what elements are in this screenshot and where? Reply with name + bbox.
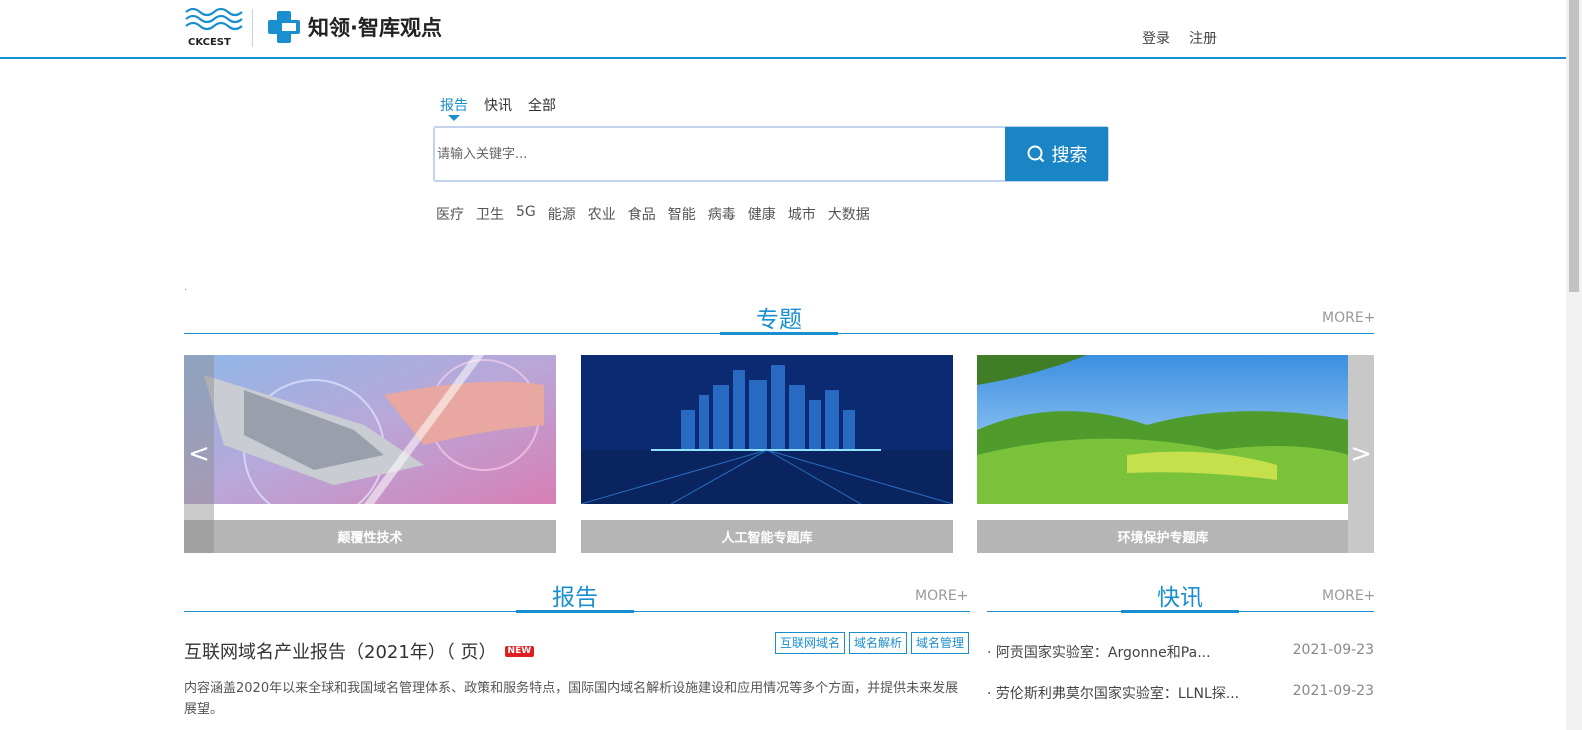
search-button-label: 搜索 bbox=[1051, 145, 1088, 165]
news-title-underline bbox=[1121, 610, 1239, 613]
brand-logo[interactable]: 知领·智库观点 bbox=[266, 9, 442, 45]
scrollbar-thumb[interactable] bbox=[1569, 0, 1579, 292]
topics-title-underline bbox=[720, 332, 838, 335]
reports-title-underline bbox=[516, 610, 634, 613]
site-header: CKCEST 知领·智库观点 登录 注册 bbox=[0, 0, 1566, 59]
vertical-scrollbar[interactable] bbox=[1566, 0, 1582, 730]
news-item-date: 2021-09-23 bbox=[1292, 642, 1374, 658]
report-tag[interactable]: 互联网域名 bbox=[775, 632, 846, 654]
news-item[interactable]: · 劳伦斯利弗莫尔国家实验室：LLNL探... 2021-09-23 bbox=[987, 683, 1374, 703]
news-item-title[interactable]: · 阿贡国家实验室：Argonne和Pa... bbox=[987, 642, 1211, 662]
topics-title: 专题 bbox=[756, 307, 802, 333]
news-title: 快讯 bbox=[1157, 585, 1203, 611]
keyword-link[interactable]: 医疗 bbox=[436, 204, 464, 224]
topic-card[interactable]: 颠覆性技术 bbox=[184, 355, 556, 553]
keyword-link[interactable]: 农业 bbox=[588, 204, 616, 224]
tab-report[interactable]: 报告 bbox=[440, 95, 468, 121]
tab-news[interactable]: 快讯 bbox=[484, 95, 512, 115]
report-tag[interactable]: 域名解析 bbox=[849, 632, 908, 654]
reports-more-link[interactable]: MORE+ bbox=[915, 588, 968, 604]
register-link[interactable]: 注册 bbox=[1189, 28, 1217, 48]
keyword-link[interactable]: 智能 bbox=[668, 204, 696, 224]
search-button[interactable]: 搜索 bbox=[1005, 127, 1108, 181]
robot-handshake-image bbox=[184, 355, 556, 504]
report-item-title[interactable]: 互联网域名产业报告（2021年）（ 页） NEW bbox=[184, 638, 535, 664]
new-badge: NEW bbox=[504, 645, 535, 657]
topics-more-link[interactable]: MORE+ bbox=[1322, 310, 1375, 326]
report-tag[interactable]: 域名管理 bbox=[911, 632, 970, 654]
news-item-title[interactable]: · 劳伦斯利弗莫尔国家实验室：LLNL探... bbox=[987, 683, 1239, 703]
report-title-text[interactable]: 互联网域名产业报告（2021年）（ 页） bbox=[184, 638, 497, 664]
digital-city-image bbox=[581, 355, 953, 504]
news-item[interactable]: · 阿贡国家实验室：Argonne和Pa... 2021-09-23 bbox=[987, 642, 1374, 662]
search-box: 搜索 bbox=[433, 126, 1109, 182]
separator-dot: . bbox=[184, 282, 188, 293]
report-description: 内容涵盖2020年以来全球和我国域名管理体系、政策和服务特点，国际国内域名解析设… bbox=[184, 681, 959, 717]
login-link[interactable]: 登录 bbox=[1142, 28, 1170, 48]
keyword-link[interactable]: 城市 bbox=[788, 204, 816, 224]
ckcest-wave-icon: CKCEST bbox=[185, 7, 243, 48]
keyword-link[interactable]: 5G bbox=[516, 204, 536, 224]
keyword-link[interactable]: 大数据 bbox=[828, 204, 870, 224]
keyword-link[interactable]: 卫生 bbox=[476, 204, 504, 224]
carousel-next-button[interactable]: > bbox=[1348, 355, 1374, 553]
keyword-link[interactable]: 病毒 bbox=[708, 204, 736, 224]
keyword-link[interactable]: 食品 bbox=[628, 204, 656, 224]
reports-title: 报告 bbox=[552, 585, 598, 611]
search-input[interactable] bbox=[435, 128, 1005, 180]
brand-icon bbox=[268, 11, 300, 43]
grassland-image bbox=[977, 355, 1349, 504]
search-icon bbox=[1027, 145, 1044, 163]
brand-title: 知领·智库观点 bbox=[308, 16, 442, 40]
logo-divider bbox=[252, 9, 253, 47]
topic-caption: 环境保护专题库 bbox=[977, 520, 1349, 553]
topic-caption: 颠覆性技术 bbox=[184, 520, 556, 553]
news-more-link[interactable]: MORE+ bbox=[1322, 588, 1375, 604]
keyword-link[interactable]: 健康 bbox=[748, 204, 776, 224]
search-tabs: 报告 快讯 全部 bbox=[440, 95, 556, 121]
hot-keywords: 医疗 卫生 5G 能源 农业 食品 智能 病毒 健康 城市 大数据 bbox=[436, 204, 870, 224]
news-item-date: 2021-09-23 bbox=[1292, 683, 1374, 699]
topic-card[interactable]: 人工智能专题库 bbox=[581, 355, 953, 553]
svg-text:CKCEST: CKCEST bbox=[188, 37, 231, 48]
page: CKCEST 知领·智库观点 登录 注册 报告 快讯 全部 请输入关键字... … bbox=[0, 0, 1582, 730]
topic-caption: 人工智能专题库 bbox=[581, 520, 953, 553]
carousel-prev-button[interactable]: < bbox=[184, 355, 214, 553]
tab-all[interactable]: 全部 bbox=[528, 95, 556, 115]
keyword-link[interactable]: 能源 bbox=[548, 204, 576, 224]
topic-card[interactable]: 环境保护专题库 bbox=[977, 355, 1349, 553]
ckcest-logo[interactable]: CKCEST bbox=[184, 6, 244, 48]
report-tags: 互联网域名 域名解析 域名管理 bbox=[775, 632, 970, 654]
